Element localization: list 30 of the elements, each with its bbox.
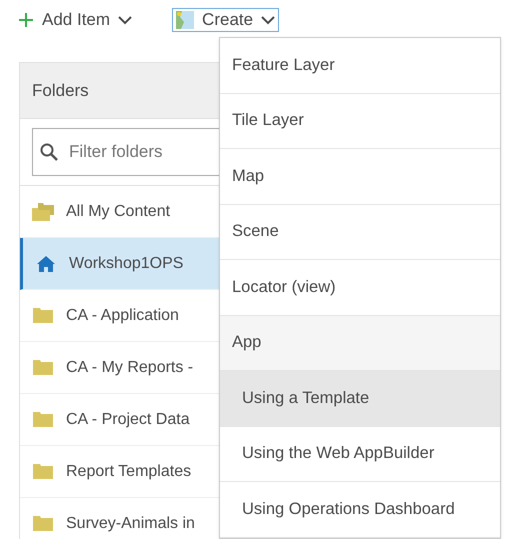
menu-item[interactable]: Locator (view) xyxy=(220,260,500,316)
menu-item[interactable]: Tile Layer xyxy=(220,94,500,149)
menu-item[interactable]: Using Operations Dashboard xyxy=(220,482,500,538)
folder-label: CA - Application xyxy=(66,306,179,326)
menu-item[interactable]: App xyxy=(220,316,500,371)
menu-item[interactable]: Scene xyxy=(220,204,500,260)
map-icon xyxy=(176,11,194,29)
folder-label: CA - My Reports - xyxy=(66,358,194,378)
folder-label: Report Templates xyxy=(66,462,192,482)
add-item-button[interactable]: Add Item xyxy=(18,7,132,33)
folder-icon xyxy=(33,412,53,427)
chevron-down-icon xyxy=(118,16,132,24)
folder-label: CA - Project Data xyxy=(66,410,190,430)
folder-icon xyxy=(33,516,53,531)
plus-icon xyxy=(18,12,34,28)
folder-label: All My Content xyxy=(66,202,170,222)
menu-item[interactable]: Using the Web AppBuilder xyxy=(220,426,500,482)
home-icon xyxy=(37,256,55,272)
folders-icon xyxy=(32,202,54,220)
folder-label: Survey-Animals in xyxy=(66,514,195,534)
menu-item[interactable]: Feature Layer xyxy=(220,38,500,94)
folder-icon xyxy=(33,308,53,323)
search-icon xyxy=(40,143,58,161)
folder-icon xyxy=(33,360,53,375)
chevron-down-icon xyxy=(261,16,276,24)
menu-item[interactable]: Using a Template xyxy=(220,371,500,426)
folder-label: Workshop1OPS xyxy=(69,254,184,274)
folder-icon xyxy=(33,464,53,479)
create-button[interactable]: Create xyxy=(172,8,280,32)
menu-item[interactable]: Map xyxy=(220,149,500,204)
